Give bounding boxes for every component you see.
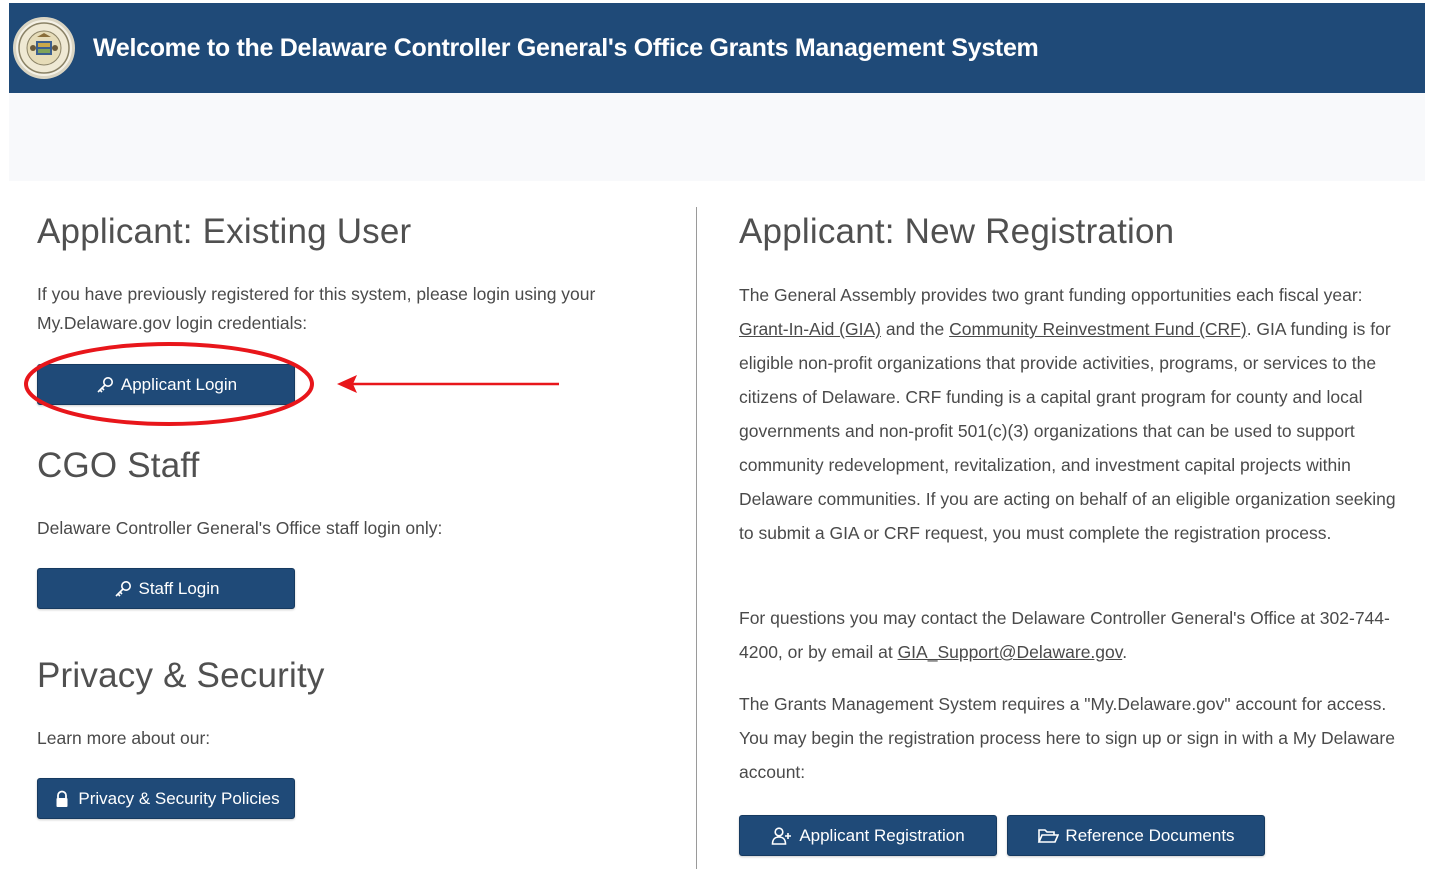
header-spacer-band [9,93,1425,181]
support-email-link[interactable]: GIA_Support@Delaware.gov [898,642,1123,662]
new-registration-paragraph-2: For questions you may contact the Delawa… [739,601,1404,669]
key-icon [114,580,131,597]
lock-icon [56,790,68,807]
privacy-text: Learn more about our: [37,728,211,748]
existing-user-text: If you have previously registered for th… [37,284,596,333]
user-plus-icon [772,826,792,845]
community-reinvestment-fund-link[interactable]: Community Reinvestment Fund (CRF) [949,319,1247,339]
p1-text-end: . GIA funding is for eligible non-profit… [739,319,1396,543]
existing-user-heading: Applicant: Existing User [37,212,412,251]
key-icon [97,376,113,393]
reference-documents-label: Reference Documents [1065,825,1235,845]
cgo-staff-heading: CGO Staff [37,446,200,485]
privacy-policies-label: Privacy & Security Policies [78,788,280,808]
state-seal-icon [13,17,75,79]
privacy-policies-button[interactable]: Privacy & Security Policies [37,778,295,819]
p2-text-end: . [1122,642,1128,662]
grant-in-aid-link[interactable]: Grant-In-Aid (GIA) [739,319,881,339]
new-registration-heading: Applicant: New Registration [739,212,1175,251]
folder-open-icon [1038,828,1060,843]
staff-login-label: Staff Login [138,578,220,598]
applicant-login-button[interactable]: Applicant Login [37,364,295,405]
page-header: Welcome to the Delaware Controller Gener… [9,3,1425,93]
arrow-left-icon [337,375,559,393]
p1-text-start: The General Assembly provides two grant … [739,285,1363,305]
reference-documents-button[interactable]: Reference Documents [1007,815,1265,856]
privacy-heading: Privacy & Security [37,656,325,695]
p1-text-mid: and the [880,319,950,339]
applicant-login-label: Applicant Login [120,374,238,394]
applicant-registration-button[interactable]: Applicant Registration [739,815,997,856]
cgo-staff-text: Delaware Controller General's Office sta… [37,518,443,538]
header-title: Welcome to the Delaware Controller Gener… [93,33,1039,62]
staff-login-button[interactable]: Staff Login [37,568,295,609]
new-registration-paragraph-3: The Grants Management System requires a … [739,694,1395,782]
new-registration-paragraph-1: The General Assembly provides two grant … [739,278,1404,550]
applicant-registration-label: Applicant Registration [799,825,965,845]
column-divider [696,207,697,869]
